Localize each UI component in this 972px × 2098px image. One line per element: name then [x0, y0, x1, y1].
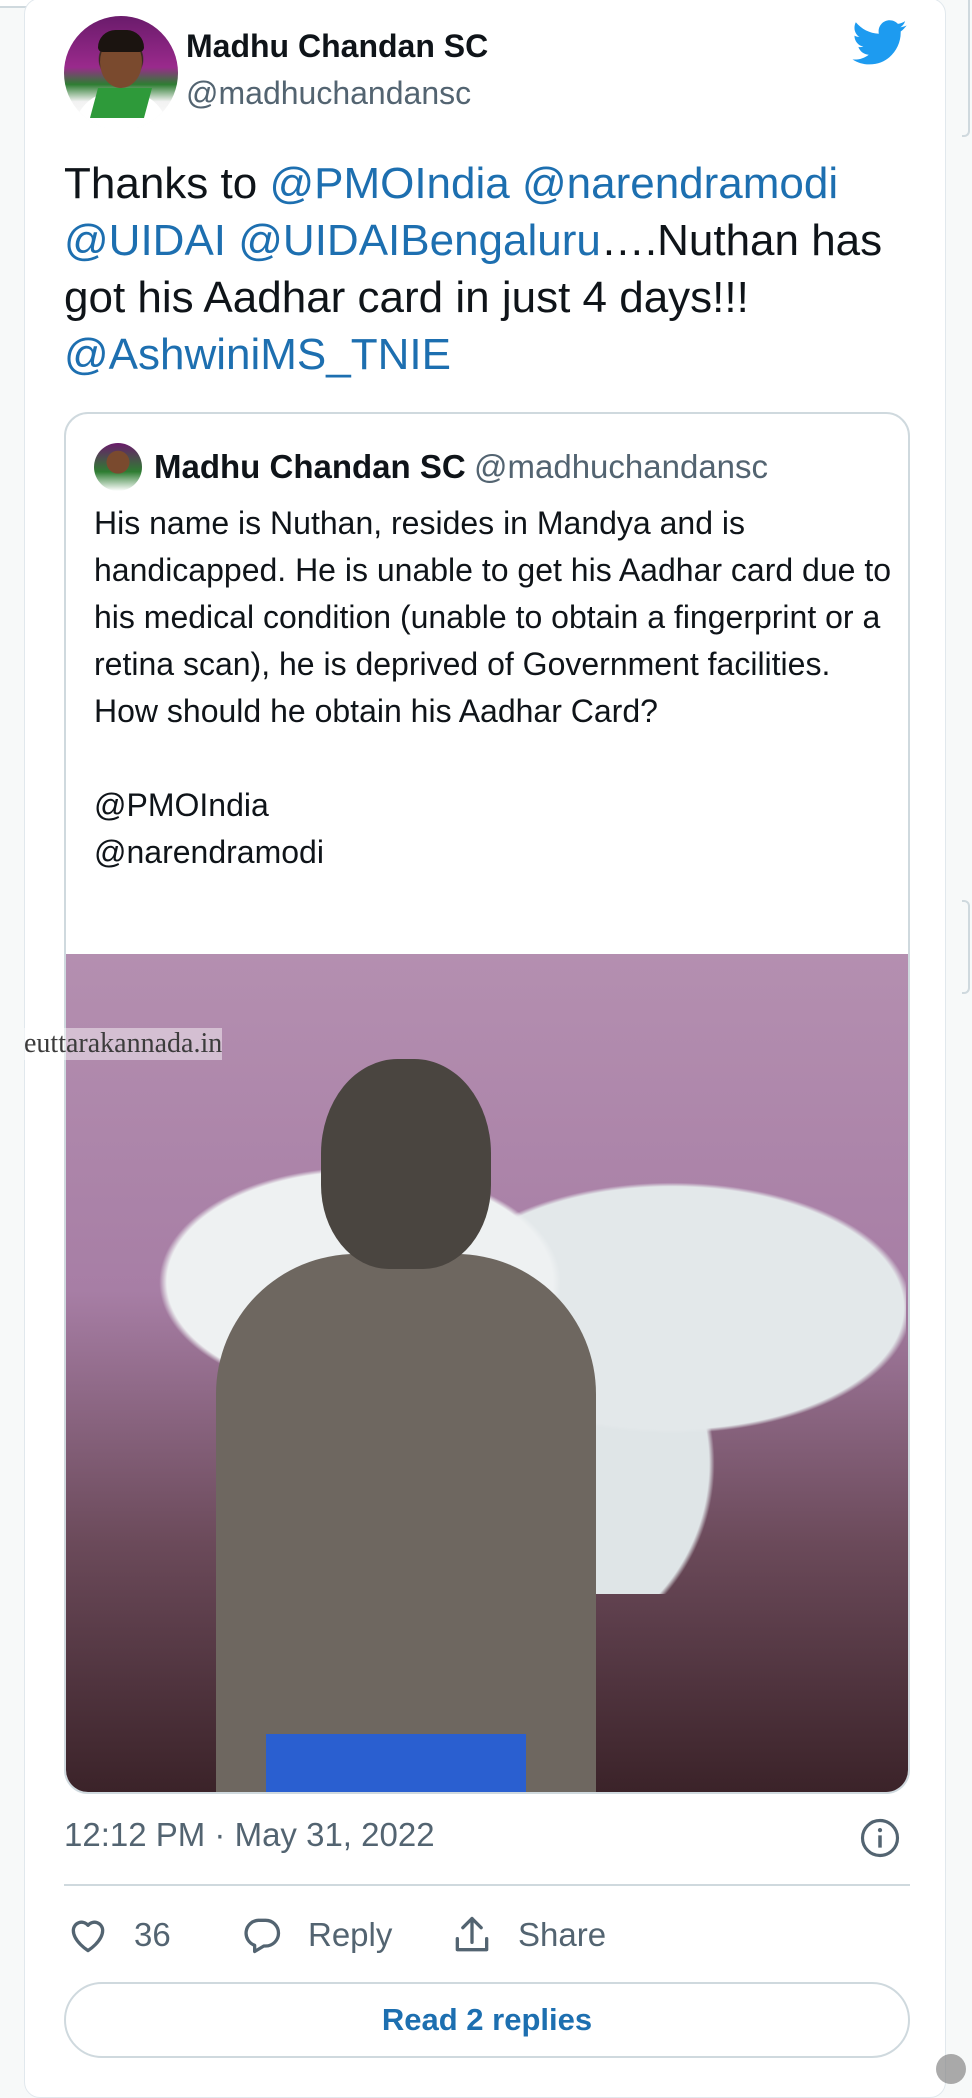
like-button[interactable]: 36 — [66, 1910, 171, 1960]
scrollbar-edge-top — [962, 0, 970, 137]
quoted-tweet[interactable]: Madhu Chandan SC @madhuchandansc His nam… — [64, 412, 910, 1794]
info-icon[interactable] — [859, 1817, 901, 1859]
tweet-text-space — [226, 216, 238, 265]
quoted-handle: @madhuchandansc — [474, 448, 769, 485]
scrollbar-thumb[interactable] — [962, 900, 970, 994]
tweet-timestamp[interactable]: 12:12 PM · May 31, 2022 — [64, 1816, 435, 1854]
avatar-scarf — [89, 88, 153, 118]
tweet-text: Thanks to @PMOIndia @narendramodi @UIDAI… — [64, 155, 914, 383]
reply-button[interactable]: Reply — [240, 1910, 392, 1960]
share-icon — [455, 1916, 489, 1952]
heart-icon — [71, 1920, 105, 1953]
corner-badge — [936, 2054, 966, 2084]
author-display-name[interactable]: Madhu Chandan SC — [186, 28, 488, 65]
tweet-text-space — [510, 159, 522, 208]
like-count: 36 — [134, 1916, 171, 1953]
quoted-mention: @narendramodi — [94, 834, 324, 870]
quoted-body-spacer — [94, 735, 894, 782]
watermark: euttarakannada.in — [24, 1028, 223, 1060]
reply-label: Reply — [308, 1916, 393, 1953]
photo-person-body — [216, 1254, 596, 1792]
share-label: Share — [518, 1916, 607, 1953]
share-button[interactable]: Share — [450, 1910, 606, 1960]
quoted-photo[interactable] — [66, 954, 908, 1792]
mention-link[interactable]: @UIDAIBengaluru — [238, 216, 601, 265]
read-replies-button[interactable]: Read 2 replies — [64, 1982, 910, 2058]
tweet-text-segment: Thanks to — [64, 159, 270, 208]
mention-link[interactable]: @UIDAI — [64, 216, 226, 265]
photo-person-shorts — [266, 1734, 526, 1792]
author-handle[interactable]: @madhuchandansc — [186, 75, 471, 112]
mention-link[interactable]: @narendramodi — [522, 159, 838, 208]
photo-person-head — [321, 1059, 491, 1269]
reply-bubble-icon — [244, 1918, 281, 1954]
quoted-body-text: His name is Nuthan, resides in Mandya an… — [94, 505, 892, 729]
quoted-display-name: Madhu Chandan SC — [154, 448, 466, 485]
mention-link[interactable]: @PMOIndia — [269, 159, 509, 208]
scrollbar[interactable] — [960, 0, 972, 2090]
twitter-bird-icon[interactable] — [852, 20, 908, 66]
author-avatar[interactable] — [64, 16, 178, 130]
quoted-body: His name is Nuthan, resides in Mandya an… — [94, 500, 894, 876]
quoted-avatar[interactable] — [94, 443, 142, 491]
actions-divider — [64, 1884, 910, 1886]
quoted-mention: @PMOIndia — [94, 787, 269, 823]
mention-link[interactable]: @AshwiniMS_TNIE — [64, 330, 451, 379]
avatar-hair — [98, 30, 144, 52]
